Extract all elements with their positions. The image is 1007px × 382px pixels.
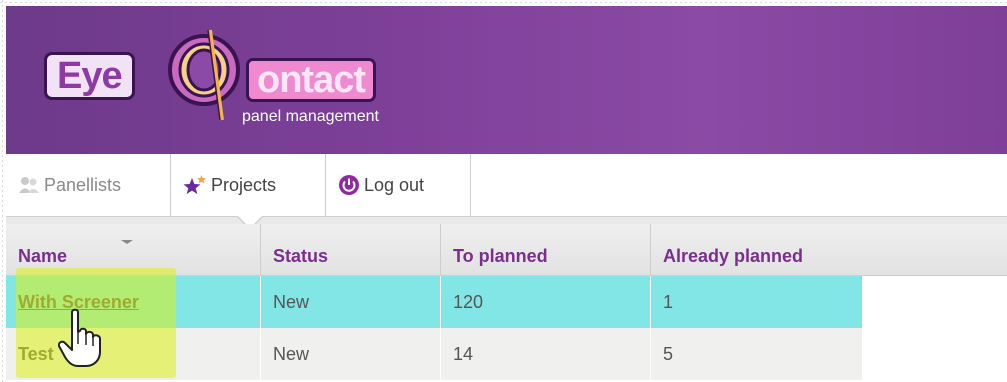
tab-log-out[interactable]: Log out: [326, 154, 471, 216]
nav-empty-space: [471, 154, 1007, 216]
hand-pointer-icon: [58, 308, 101, 367]
logo-word-eye: Eye: [44, 52, 135, 100]
nav-divider: [6, 216, 1007, 224]
tab-label: Projects: [211, 174, 277, 195]
project-status: New: [261, 328, 441, 380]
stars-icon: [183, 175, 206, 194]
app-header: Eye ontact panel management: [6, 6, 1007, 154]
project-already-planned: 1: [663, 292, 674, 312]
project-to-planned: 14: [441, 328, 651, 380]
tab-label: Panellists: [44, 174, 122, 195]
eyecontact-logo[interactable]: Eye ontact panel management: [36, 18, 456, 158]
logo-subtitle: panel management: [242, 108, 379, 125]
project-to-planned: 120: [441, 276, 651, 328]
project-status: New: [261, 276, 441, 328]
column-header-already-planned[interactable]: Already planned: [651, 224, 1007, 276]
tab-label: Log out: [364, 174, 425, 195]
power-icon: [339, 175, 359, 195]
column-header-status[interactable]: Status: [261, 224, 441, 276]
tab-projects[interactable]: Projects: [171, 154, 326, 216]
logo-ring-icon: [168, 29, 240, 121]
users-icon: [19, 177, 39, 193]
tab-panellists[interactable]: Panellists: [6, 154, 171, 216]
main-nav: Panellists Projects Log out: [6, 154, 1007, 230]
project-already-planned: 5: [663, 344, 674, 364]
sort-arrow-icon[interactable]: [121, 240, 133, 244]
logo-word-ontact: ontact: [246, 58, 376, 102]
app-window: Eye ontact panel management Panellists P…: [6, 6, 1007, 382]
column-header-to-planned[interactable]: To planned: [441, 224, 651, 276]
